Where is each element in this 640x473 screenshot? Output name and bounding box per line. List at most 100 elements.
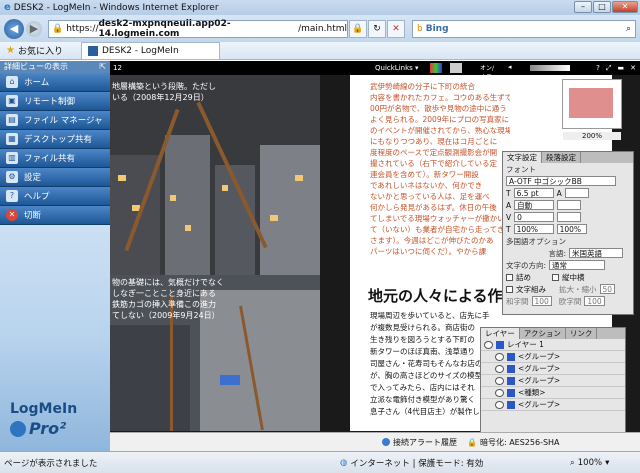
settings-icon: ⚙: [6, 171, 18, 183]
lock-icon: 🔒: [52, 23, 64, 34]
lock-icon: 🔒: [467, 437, 477, 447]
layer-row[interactable]: <グループ>: [481, 363, 625, 375]
language-select[interactable]: 米国英語: [569, 248, 623, 258]
url-field[interactable]: 🔒 https://desk2-mxpnqneuii.app02-14.logm…: [48, 19, 348, 39]
sidebar-item-label: ファイル マネージャ: [24, 116, 103, 126]
leading-icon: A: [556, 188, 562, 198]
minimize-button[interactable]: –: [574, 1, 592, 13]
sidebar-item-settings[interactable]: ⚙ 設定: [0, 168, 110, 187]
tab-paragraph[interactable]: 段落設定: [542, 152, 581, 163]
maximize-button[interactable]: □: [593, 1, 611, 13]
tab-links[interactable]: リンク: [566, 328, 598, 339]
remote-desktop-view[interactable]: 12 QuickLinks ▾ オン/オフ ◂ ? ⤢ ▬ ✕: [110, 61, 640, 451]
sidebar-item-label: 切断: [24, 211, 42, 221]
leading-field[interactable]: [564, 188, 589, 198]
help-icon: ?: [6, 190, 18, 202]
article-text-frame[interactable]: 武伊勢崎線の分子に下町の統合内容を書かれたカフェ。コウのある生ずでのつ 00円が名…: [370, 81, 510, 257]
favorites-button[interactable]: お気に入り: [18, 44, 63, 57]
security-lock-icon[interactable]: 🔒: [349, 19, 367, 38]
caption-line: 地層構築という段階。ただし: [112, 82, 216, 91]
layer-color-icon: [507, 388, 515, 397]
sidebar-item-file-manager[interactable]: ▤ ファイル マネージャ: [0, 111, 110, 130]
caption-line: しなぎ一ことこと身近にある: [112, 289, 216, 298]
layer-row[interactable]: <グループ>: [481, 351, 625, 363]
tab-actions[interactable]: アクション: [520, 328, 566, 339]
article-line: 00円が名物で、散歩や見物の途中に通う: [370, 104, 507, 113]
body-line: 生き残りを図ろうとする下町の: [370, 335, 475, 344]
tracking-field[interactable]: 自動: [514, 200, 555, 210]
layer-row[interactable]: <種類>: [481, 387, 625, 399]
zoom-level[interactable]: 100%: [578, 458, 602, 468]
close-button[interactable]: ✕: [612, 1, 638, 13]
volume-bar-icon[interactable]: [530, 65, 570, 71]
color-icon[interactable]: [430, 63, 442, 73]
sidebar-item-home[interactable]: ⌂ ホーム: [0, 73, 110, 92]
navigator-thumbnail[interactable]: 200%: [562, 79, 622, 140]
tab-character[interactable]: 文字設定: [503, 152, 542, 163]
tsume-checkbox[interactable]: [506, 273, 513, 281]
sidebar-item-disconnect[interactable]: ✕ 切断: [0, 206, 110, 225]
article-line: 撮されている（右下で紹介している定: [370, 159, 498, 168]
keyboard-icon[interactable]: [450, 63, 462, 73]
ie-status-bar: ページが表示されました ◍ インターネット | 保護モード: 有効 ⌕ 100%…: [0, 451, 640, 473]
sidebar-item-help[interactable]: ? ヘルプ: [0, 187, 110, 206]
caption-line: 鉄筋カゴの挿入準備この進力: [112, 300, 216, 309]
sidebar-item-desktop-share[interactable]: ▦ デスクトップ共有: [0, 130, 110, 149]
body-line: 新タワーのほぼ真南、浅草通り: [370, 347, 475, 356]
back-button[interactable]: ◀: [4, 18, 24, 39]
article-heading: 地元の人々による作: [368, 287, 503, 305]
refresh-icon[interactable]: ↻: [368, 19, 386, 38]
forward-button[interactable]: ▶: [26, 20, 42, 37]
sidebar-item-label: ホーム: [24, 78, 50, 88]
logo-mark-icon: [10, 420, 26, 437]
help-icon[interactable]: ?: [596, 64, 600, 73]
mojigumi-checkbox[interactable]: [506, 285, 513, 293]
sidebar-item-label: リモート制御: [24, 97, 76, 107]
minimize-remote-icon[interactable]: ▬: [618, 64, 625, 73]
visibility-eye-icon[interactable]: [484, 340, 493, 349]
toggle-button[interactable]: オン/オフ: [480, 63, 498, 81]
direction-select[interactable]: 通常: [549, 260, 606, 270]
search-icon[interactable]: ⌕: [626, 24, 631, 34]
search-input[interactable]: b Bing ⌕: [412, 19, 636, 38]
tatechuyoko-checkbox[interactable]: [552, 273, 559, 281]
file-share-icon: ▥: [6, 152, 18, 164]
sidebar-item-file-share[interactable]: ▥ ファイル共有: [0, 149, 110, 168]
sound-icon[interactable]: ◂: [508, 63, 520, 73]
chevron-down-icon[interactable]: ▾: [605, 458, 609, 468]
kerning-field[interactable]: [557, 200, 582, 210]
navigator-zoom[interactable]: 200%: [563, 132, 621, 140]
browser-tab[interactable]: DESK2 - LogMeIn: [80, 42, 220, 59]
quicklinks-button[interactable]: QuickLinks ▾: [375, 64, 419, 72]
fullscreen-icon[interactable]: ⤢: [606, 64, 612, 73]
font-size-field[interactable]: 6.5 pt: [513, 188, 554, 198]
body-line: 現場周辺を歩いていると、店先に手作: [370, 311, 490, 320]
expand-icon[interactable]: ⇱: [99, 61, 106, 73]
favorites-bar: ★ お気に入り DESK2 - LogMeIn: [0, 42, 640, 60]
horizontal-scale-field[interactable]: 100%: [513, 224, 554, 234]
connection-alert-history[interactable]: 接続アラート履歴: [393, 437, 457, 448]
security-zone[interactable]: インターネット | 保護モード: 有効: [350, 457, 483, 469]
visibility-eye-icon[interactable]: [495, 400, 504, 409]
visibility-eye-icon[interactable]: [495, 364, 504, 373]
article-body[interactable]: 現場周辺を歩いていると、店先に手作 が複数見受けられる。商店街の 生き残りを図ろうと…: [370, 310, 490, 418]
visibility-eye-icon[interactable]: [495, 352, 504, 361]
visibility-eye-icon[interactable]: [495, 388, 504, 397]
sidebar-item-label: デスクトップ共有: [24, 135, 93, 145]
construction-photo: 地層構築という段階。ただし いる（2008年12月29日） 物の基礎には、気概だけ…: [110, 75, 320, 431]
tab-layers[interactable]: レイヤー: [481, 328, 520, 339]
vertical-scale-field[interactable]: 100%: [556, 224, 587, 234]
stop-icon[interactable]: ✕: [387, 19, 405, 38]
visibility-eye-icon[interactable]: [495, 376, 504, 385]
close-remote-icon[interactable]: ✕: [630, 64, 636, 73]
font-family-select[interactable]: A-OTF 中ゴシックBB: [506, 176, 616, 186]
detail-view-toggle[interactable]: 詳細ビューの表示 ⇱: [0, 61, 110, 73]
logmein-logo: LogMeIn Pro²: [10, 401, 78, 438]
vertical-field[interactable]: [557, 212, 582, 222]
sidebar-item-remote-control[interactable]: ▣ リモート制御: [0, 92, 110, 111]
layer-row[interactable]: <グループ>: [481, 375, 625, 387]
baseline-field[interactable]: 0: [514, 212, 555, 222]
favorites-star-icon[interactable]: ★: [6, 45, 15, 56]
layer-row[interactable]: <グループ>: [481, 399, 625, 411]
layer-row[interactable]: レイヤー 1: [481, 339, 625, 351]
